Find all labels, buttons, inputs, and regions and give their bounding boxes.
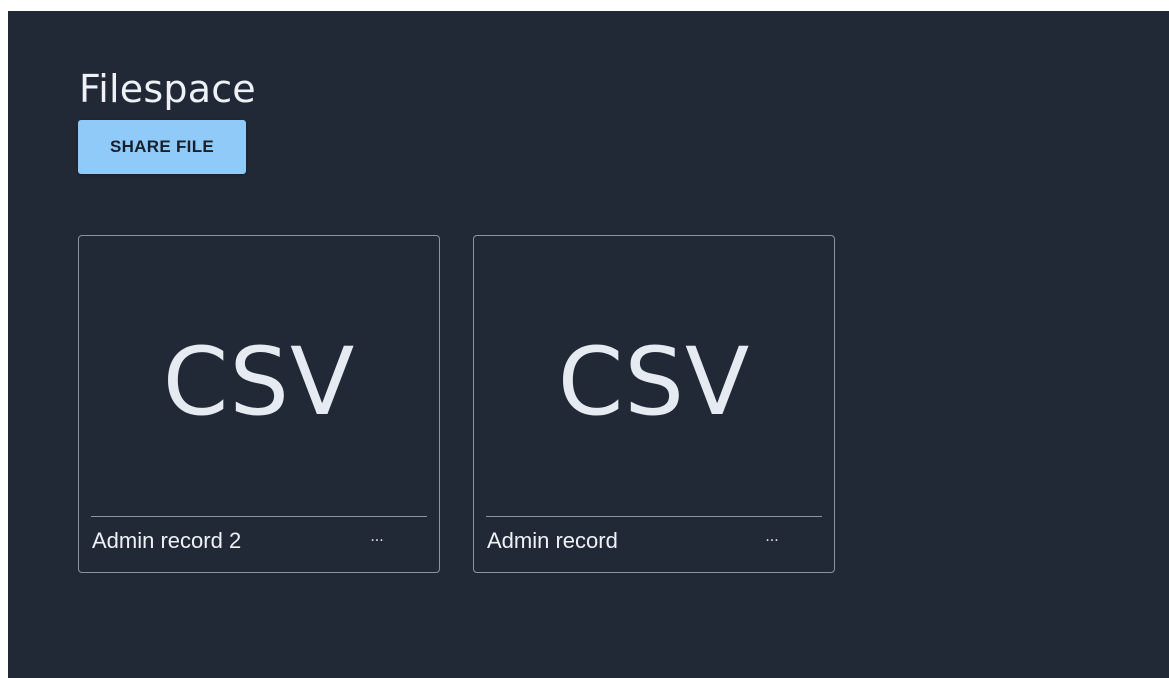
file-name: Admin record [487,528,618,553]
page-title: Filespace [79,67,256,111]
file-name: Admin record 2 [92,528,242,553]
share-file-button[interactable]: SHARE FILE [78,120,246,174]
file-card[interactable]: CSV Admin record ··· [473,235,835,573]
more-options-icon[interactable]: ··· [366,532,388,550]
file-type-thumbnail: CSV [162,328,356,437]
file-card[interactable]: CSV Admin record 2 ··· [78,235,440,573]
card-divider [486,516,822,517]
file-type-thumbnail: CSV [557,328,751,437]
more-options-icon[interactable]: ··· [761,532,783,550]
card-divider [91,516,427,517]
filespace-page: Filespace SHARE FILE CSV Admin record 2 … [8,11,1169,678]
